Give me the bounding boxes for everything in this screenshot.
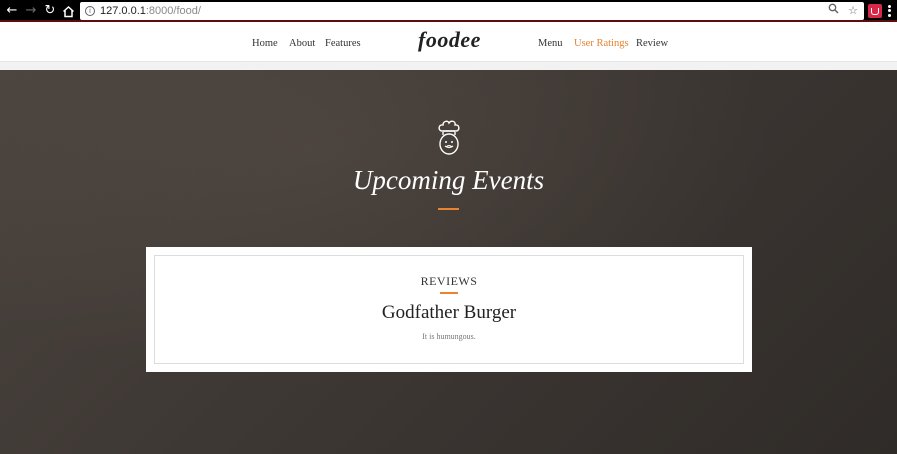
review-card-title: Godfather Burger	[381, 302, 517, 323]
review-card: REVIEWS Godfather Burger It is humungous…	[146, 247, 752, 372]
section-title: Upcoming Events	[352, 165, 545, 195]
site-info-icon[interactable]: i	[85, 6, 95, 16]
nav-link-home[interactable]: Home	[252, 37, 278, 50]
browser-toolbar: ← → ↻ i 127.0.0.1:8000/food/ ☆	[0, 0, 897, 22]
chef-icon	[435, 120, 463, 156]
nav-link-menu[interactable]: Menu	[538, 37, 563, 50]
nav-link-about[interactable]: About	[289, 37, 315, 50]
home-icon[interactable]	[60, 3, 76, 19]
extension-icon[interactable]	[868, 4, 882, 18]
navbar-divider	[0, 62, 897, 70]
review-card-inner: REVIEWS Godfather Burger It is humungous…	[154, 255, 744, 364]
forward-arrow-icon[interactable]: →	[23, 3, 39, 19]
browser-menu-icon[interactable]	[885, 4, 893, 18]
review-card-accent-line	[440, 292, 458, 294]
zoom-icon[interactable]	[826, 3, 840, 19]
title-accent-line	[438, 208, 459, 210]
bookmark-star-icon[interactable]: ☆	[846, 3, 860, 19]
back-arrow-icon[interactable]: ←	[4, 3, 20, 19]
events-hero: Upcoming Events REVIEWS Godfather Burger…	[0, 70, 897, 454]
nav-link-features[interactable]: Features	[325, 37, 361, 50]
url-path: :8000/food/	[145, 5, 201, 17]
nav-link-review[interactable]: Review	[636, 37, 668, 50]
nav-link-user-ratings[interactable]: User Ratings	[574, 37, 629, 50]
review-card-label: REVIEWS	[420, 274, 478, 288]
address-bar[interactable]: i 127.0.0.1:8000/food/ ☆	[80, 2, 864, 20]
reload-icon[interactable]: ↻	[42, 3, 58, 19]
site-navbar: Home About Features foodee Menu User Rat…	[0, 24, 897, 62]
review-card-description: It is humungous.	[422, 332, 476, 341]
url-host: 127.0.0.1	[100, 5, 146, 17]
site-logo[interactable]: foodee	[418, 27, 481, 53]
